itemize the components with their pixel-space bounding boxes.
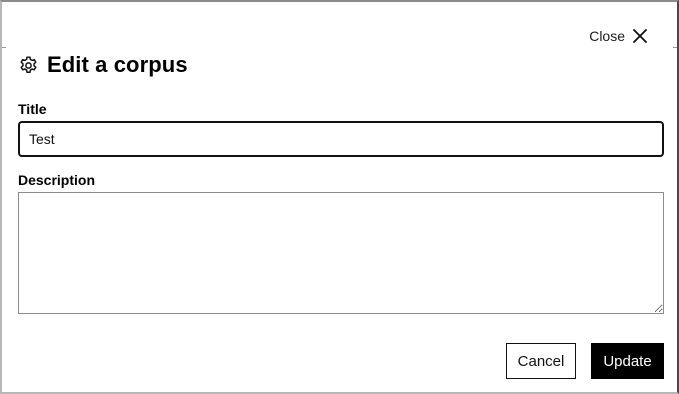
title-label: Title [18, 101, 47, 117]
backdrop-divider-right [673, 47, 677, 48]
description-textarea[interactable] [18, 192, 664, 314]
backdrop-divider-left [2, 47, 6, 48]
close-button[interactable]: Close [589, 26, 647, 46]
description-label: Description [18, 172, 96, 188]
close-label: Close [589, 28, 625, 44]
title-input[interactable] [18, 121, 664, 157]
close-icon [633, 29, 647, 43]
edit-corpus-dialog: Close Edit a corpus Title Description Ca… [0, 0, 679, 394]
update-button[interactable]: Update [591, 343, 664, 379]
cancel-button[interactable]: Cancel [506, 343, 576, 379]
page-title: Edit a corpus [47, 52, 188, 77]
dialog-header: Edit a corpus [18, 52, 188, 78]
gear-icon [20, 55, 37, 73]
